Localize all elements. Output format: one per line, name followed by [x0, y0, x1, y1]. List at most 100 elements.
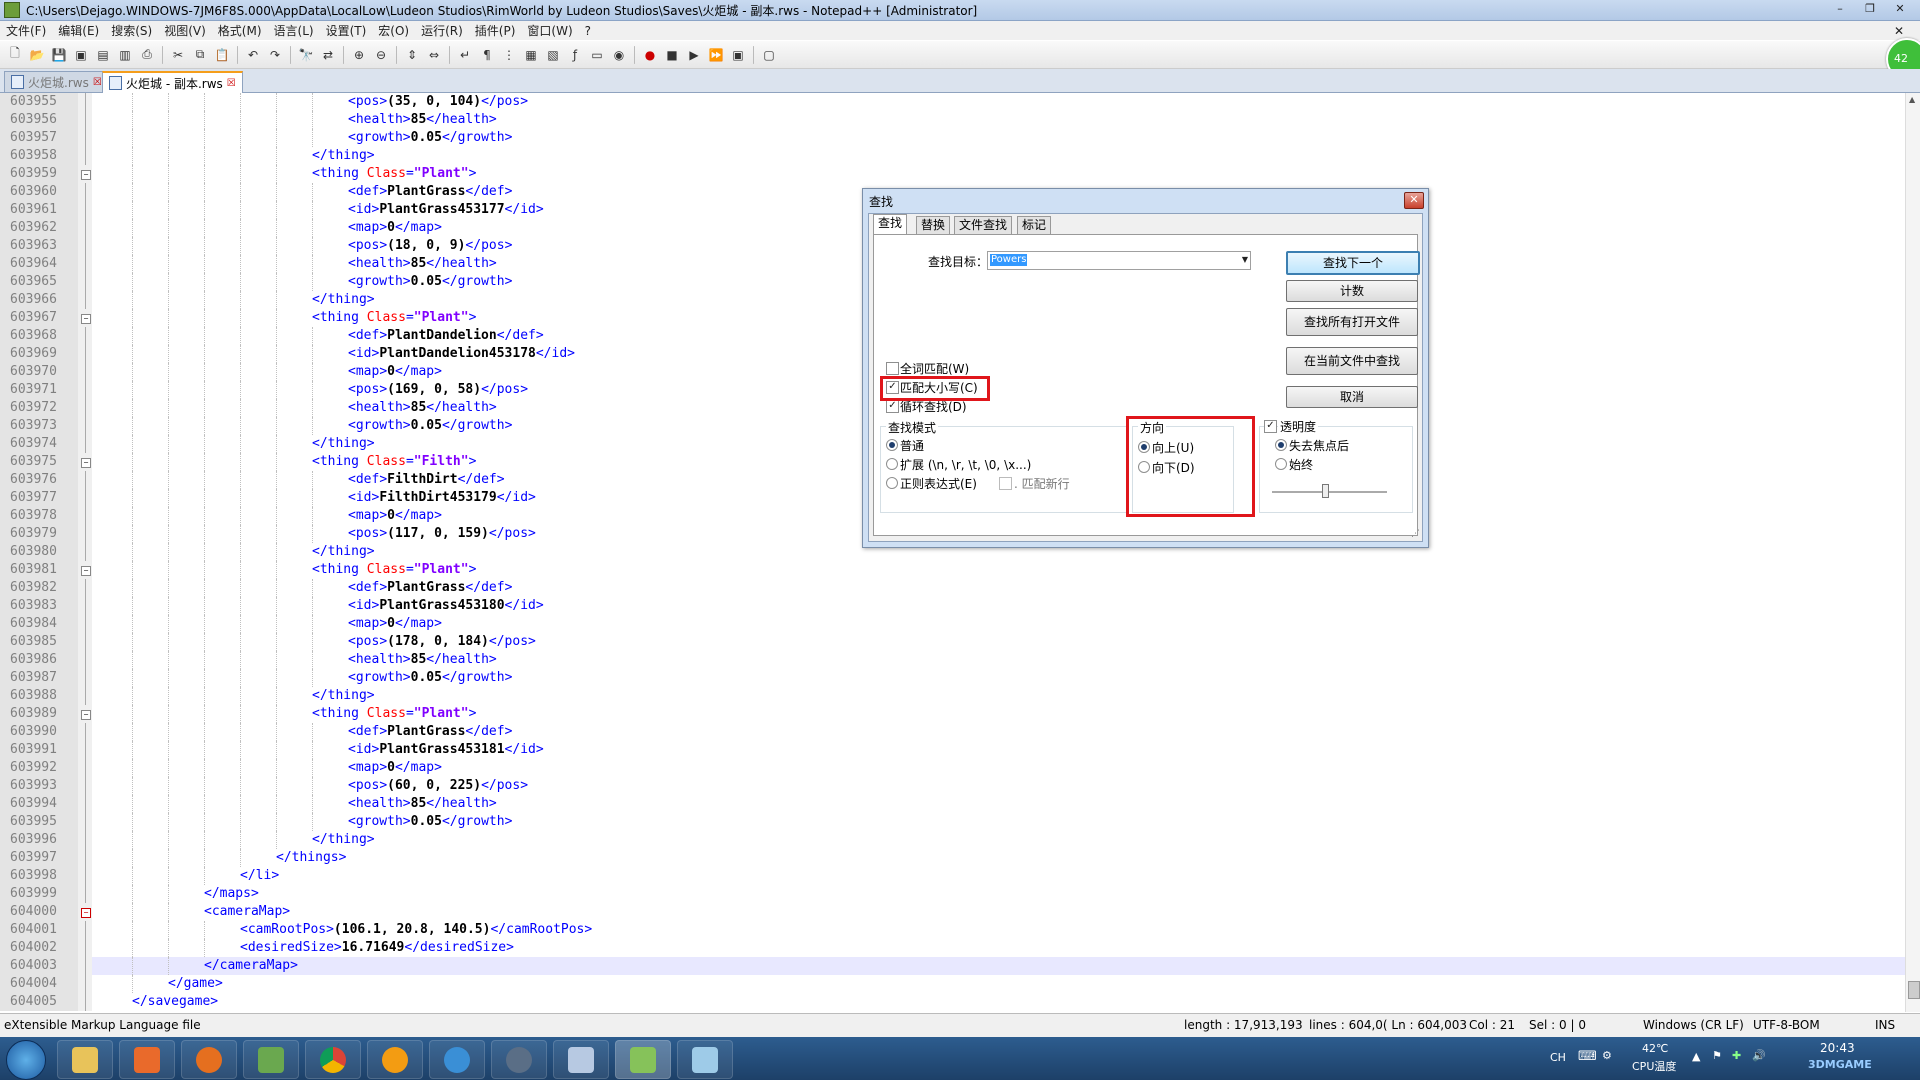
line-number[interactable]: 603976: [0, 471, 78, 489]
code-text[interactable]: </thing>: [312, 831, 375, 849]
new-file-icon[interactable]: 🗋: [6, 46, 24, 64]
code-text[interactable]: <id>FilthDirt453179</id>: [348, 489, 536, 507]
line-number[interactable]: 603979: [0, 525, 78, 543]
code-text[interactable]: </game>: [168, 975, 223, 993]
line-number[interactable]: 603959: [0, 165, 78, 183]
line-number[interactable]: 603971: [0, 381, 78, 399]
code-line[interactable]: 604004 </game>: [0, 975, 1906, 993]
line-number[interactable]: 603993: [0, 777, 78, 795]
taskbar-document[interactable]: [677, 1040, 733, 1079]
code-line[interactable]: 603994 <health>85</health>: [0, 795, 1906, 813]
maximize-button[interactable]: ❐: [1856, 1, 1884, 17]
dialog-tab-find[interactable]: 查找: [873, 214, 908, 235]
code-line[interactable]: 603989− <thing Class="Plant">: [0, 705, 1906, 723]
line-number[interactable]: 603968: [0, 327, 78, 345]
line-number[interactable]: 603999: [0, 885, 78, 903]
close-all-icon[interactable]: ▥: [116, 46, 134, 64]
transparency-slider[interactable]: [1272, 491, 1387, 493]
monitoring-icon[interactable]: ◉: [610, 46, 628, 64]
stop-macro-icon[interactable]: ■: [663, 46, 681, 64]
play-macro-icon[interactable]: ▶: [685, 46, 703, 64]
taskbar-network[interactable]: [429, 1040, 485, 1079]
redo-icon[interactable]: ↷: [266, 46, 284, 64]
line-number[interactable]: 603970: [0, 363, 78, 381]
code-line[interactable]: 603998 </li>: [0, 867, 1906, 885]
code-line[interactable]: 603959− <thing Class="Plant">: [0, 165, 1906, 183]
code-text[interactable]: </li>: [240, 867, 279, 885]
code-text[interactable]: <def>FilthDirt</def>: [348, 471, 505, 489]
zoom-out-icon[interactable]: ⊖: [372, 46, 390, 64]
code-text[interactable]: <health>85</health>: [348, 255, 497, 273]
menu-macro[interactable]: 宏(O): [372, 22, 415, 39]
taskbar-app-orange[interactable]: [367, 1040, 423, 1079]
code-text[interactable]: <health>85</health>: [348, 111, 497, 129]
undo-icon[interactable]: ↶: [244, 46, 262, 64]
code-line[interactable]: 603996 </thing>: [0, 831, 1906, 849]
code-line[interactable]: 603991 <id>PlantGrass453181</id>: [0, 741, 1906, 759]
line-number[interactable]: 603981: [0, 561, 78, 579]
code-text[interactable]: <cameraMap>: [204, 903, 290, 921]
code-text[interactable]: </savegame>: [132, 993, 218, 1011]
line-number[interactable]: 603965: [0, 273, 78, 291]
dot-newline-checkbox[interactable]: [999, 477, 1012, 490]
fold-toggle-icon[interactable]: −: [78, 561, 92, 579]
doc-map-icon[interactable]: ▧: [544, 46, 562, 64]
fold-toggle-icon[interactable]: −: [78, 309, 92, 327]
line-number[interactable]: 603957: [0, 129, 78, 147]
code-line[interactable]: 603982 <def>PlantGrass</def>: [0, 579, 1906, 597]
code-text[interactable]: </thing>: [312, 147, 375, 165]
line-number[interactable]: 603989: [0, 705, 78, 723]
menu-format[interactable]: 格式(M): [212, 22, 268, 39]
find-icon[interactable]: 🔭: [297, 46, 315, 64]
code-line[interactable]: 603990 <def>PlantGrass</def>: [0, 723, 1906, 741]
keyboard-icon[interactable]: ⌨: [1578, 1049, 1597, 1064]
count-button[interactable]: 计数: [1286, 280, 1418, 302]
line-number[interactable]: 603962: [0, 219, 78, 237]
scroll-up-arrow-icon[interactable]: ▲: [1909, 95, 1915, 104]
code-line[interactable]: 603955 <pos>(35, 0, 104)</pos>: [0, 93, 1906, 111]
tab-huojucheng-copy[interactable]: 火炬城 - 副本.rws ☒: [102, 71, 243, 93]
line-number[interactable]: 604003: [0, 957, 78, 975]
line-number[interactable]: 603984: [0, 615, 78, 633]
menu-help[interactable]: ?: [579, 24, 597, 38]
code-line[interactable]: 603995 <growth>0.05</growth>: [0, 813, 1906, 831]
close-tab-icon[interactable]: ☒: [93, 77, 102, 88]
line-number[interactable]: 603988: [0, 687, 78, 705]
find-all-open-files-button[interactable]: 查找所有打开文件: [1286, 308, 1418, 336]
open-file-icon[interactable]: 📂: [28, 46, 46, 64]
code-text[interactable]: <growth>0.05</growth>: [348, 129, 512, 147]
line-number[interactable]: 603972: [0, 399, 78, 417]
code-text[interactable]: <health>85</health>: [348, 399, 497, 417]
line-number[interactable]: 603996: [0, 831, 78, 849]
taskbar-explorer[interactable]: [57, 1040, 113, 1079]
save-all-icon[interactable]: ▣: [72, 46, 90, 64]
code-line[interactable]: 603985 <pos>(178, 0, 184)</pos>: [0, 633, 1906, 651]
line-number[interactable]: 603969: [0, 345, 78, 363]
clock-time[interactable]: 20:43: [1820, 1041, 1855, 1055]
line-number[interactable]: 604005: [0, 993, 78, 1011]
dialog-tab-mark[interactable]: 标记: [1017, 216, 1052, 234]
line-number[interactable]: 603978: [0, 507, 78, 525]
code-text[interactable]: <map>0</map>: [348, 759, 442, 777]
save-icon[interactable]: 💾: [50, 46, 68, 64]
code-text[interactable]: <camRootPos>(106.1, 20.8, 140.5)</camRoo…: [240, 921, 592, 939]
code-line[interactable]: 604003 </cameraMap>: [0, 957, 1906, 975]
dialog-tab-replace[interactable]: 替换: [916, 216, 951, 234]
code-text[interactable]: <pos>(35, 0, 104)</pos>: [348, 93, 528, 111]
code-text[interactable]: <growth>0.05</growth>: [348, 417, 512, 435]
line-number[interactable]: 603985: [0, 633, 78, 651]
line-number[interactable]: 603992: [0, 759, 78, 777]
line-number[interactable]: 603967: [0, 309, 78, 327]
line-number[interactable]: 603961: [0, 201, 78, 219]
line-number[interactable]: 603964: [0, 255, 78, 273]
whole-word-checkbox[interactable]: [886, 362, 899, 375]
print-icon[interactable]: ⎙: [138, 46, 156, 64]
code-text[interactable]: </maps>: [204, 885, 259, 903]
code-text[interactable]: <id>PlantGrass453177</id>: [348, 201, 544, 219]
mode-normal-radio[interactable]: [886, 439, 898, 451]
code-text[interactable]: </cameraMap>: [204, 957, 298, 975]
resize-grip-icon[interactable]: ⋰: [1411, 529, 1420, 539]
sync-vertical-icon[interactable]: ⇕: [403, 46, 421, 64]
line-number[interactable]: 603956: [0, 111, 78, 129]
code-text[interactable]: <map>0</map>: [348, 363, 442, 381]
